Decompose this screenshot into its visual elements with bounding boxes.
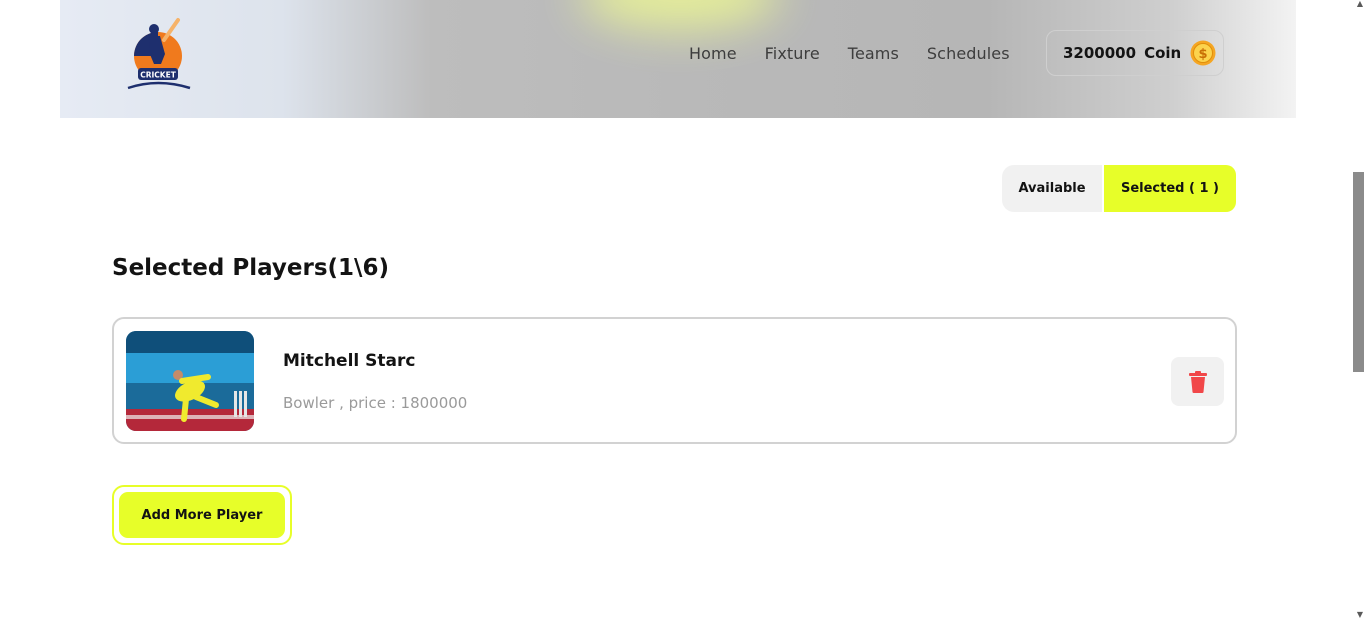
player-view-toggle: Available Selected ( 1 ) (1002, 165, 1236, 212)
trash-icon (1188, 370, 1207, 393)
cricket-logo[interactable]: CRICKET (120, 16, 196, 92)
nav-schedules[interactable]: Schedules (927, 44, 1010, 63)
nav-teams[interactable]: Teams (848, 44, 899, 63)
add-more-player-button[interactable]: Add More Player (119, 492, 285, 538)
available-tab-button[interactable]: Available (1002, 165, 1102, 212)
player-photo-image (126, 331, 254, 431)
main-nav: Home Fixture Teams Schedules (689, 44, 1010, 63)
scrollbar-thumb[interactable] (1353, 172, 1364, 372)
coin-balance: 3200000 Coin $ (1046, 30, 1224, 76)
coin-unit: Coin (1144, 44, 1182, 62)
site-header: CRICKET Home Fixture Teams Schedules 320… (60, 0, 1296, 118)
vertical-scrollbar[interactable]: ▲ ▼ (1351, 0, 1366, 621)
delete-player-button[interactable] (1171, 357, 1224, 406)
player-role-price: Bowler , price : 1800000 (283, 394, 468, 412)
coin-icon: $ (1190, 40, 1216, 66)
header-glow (580, 0, 780, 30)
nav-home[interactable]: Home (689, 44, 737, 63)
svg-text:$: $ (1199, 47, 1208, 62)
nav-fixture[interactable]: Fixture (765, 44, 820, 63)
selected-players-title: Selected Players(1\6) (112, 255, 389, 281)
scroll-up-arrow[interactable]: ▲ (1357, 0, 1363, 8)
scroll-down-arrow[interactable]: ▼ (1357, 611, 1363, 619)
selected-tab-button[interactable]: Selected ( 1 ) (1104, 165, 1236, 212)
player-photo (126, 331, 254, 431)
player-name: Mitchell Starc (283, 351, 416, 371)
coin-amount: 3200000 (1063, 44, 1137, 62)
add-more-player-wrapper: Add More Player (112, 485, 292, 545)
player-card: Mitchell Starc Bowler , price : 1800000 (112, 317, 1237, 444)
logo-text: CRICKET (140, 71, 177, 80)
